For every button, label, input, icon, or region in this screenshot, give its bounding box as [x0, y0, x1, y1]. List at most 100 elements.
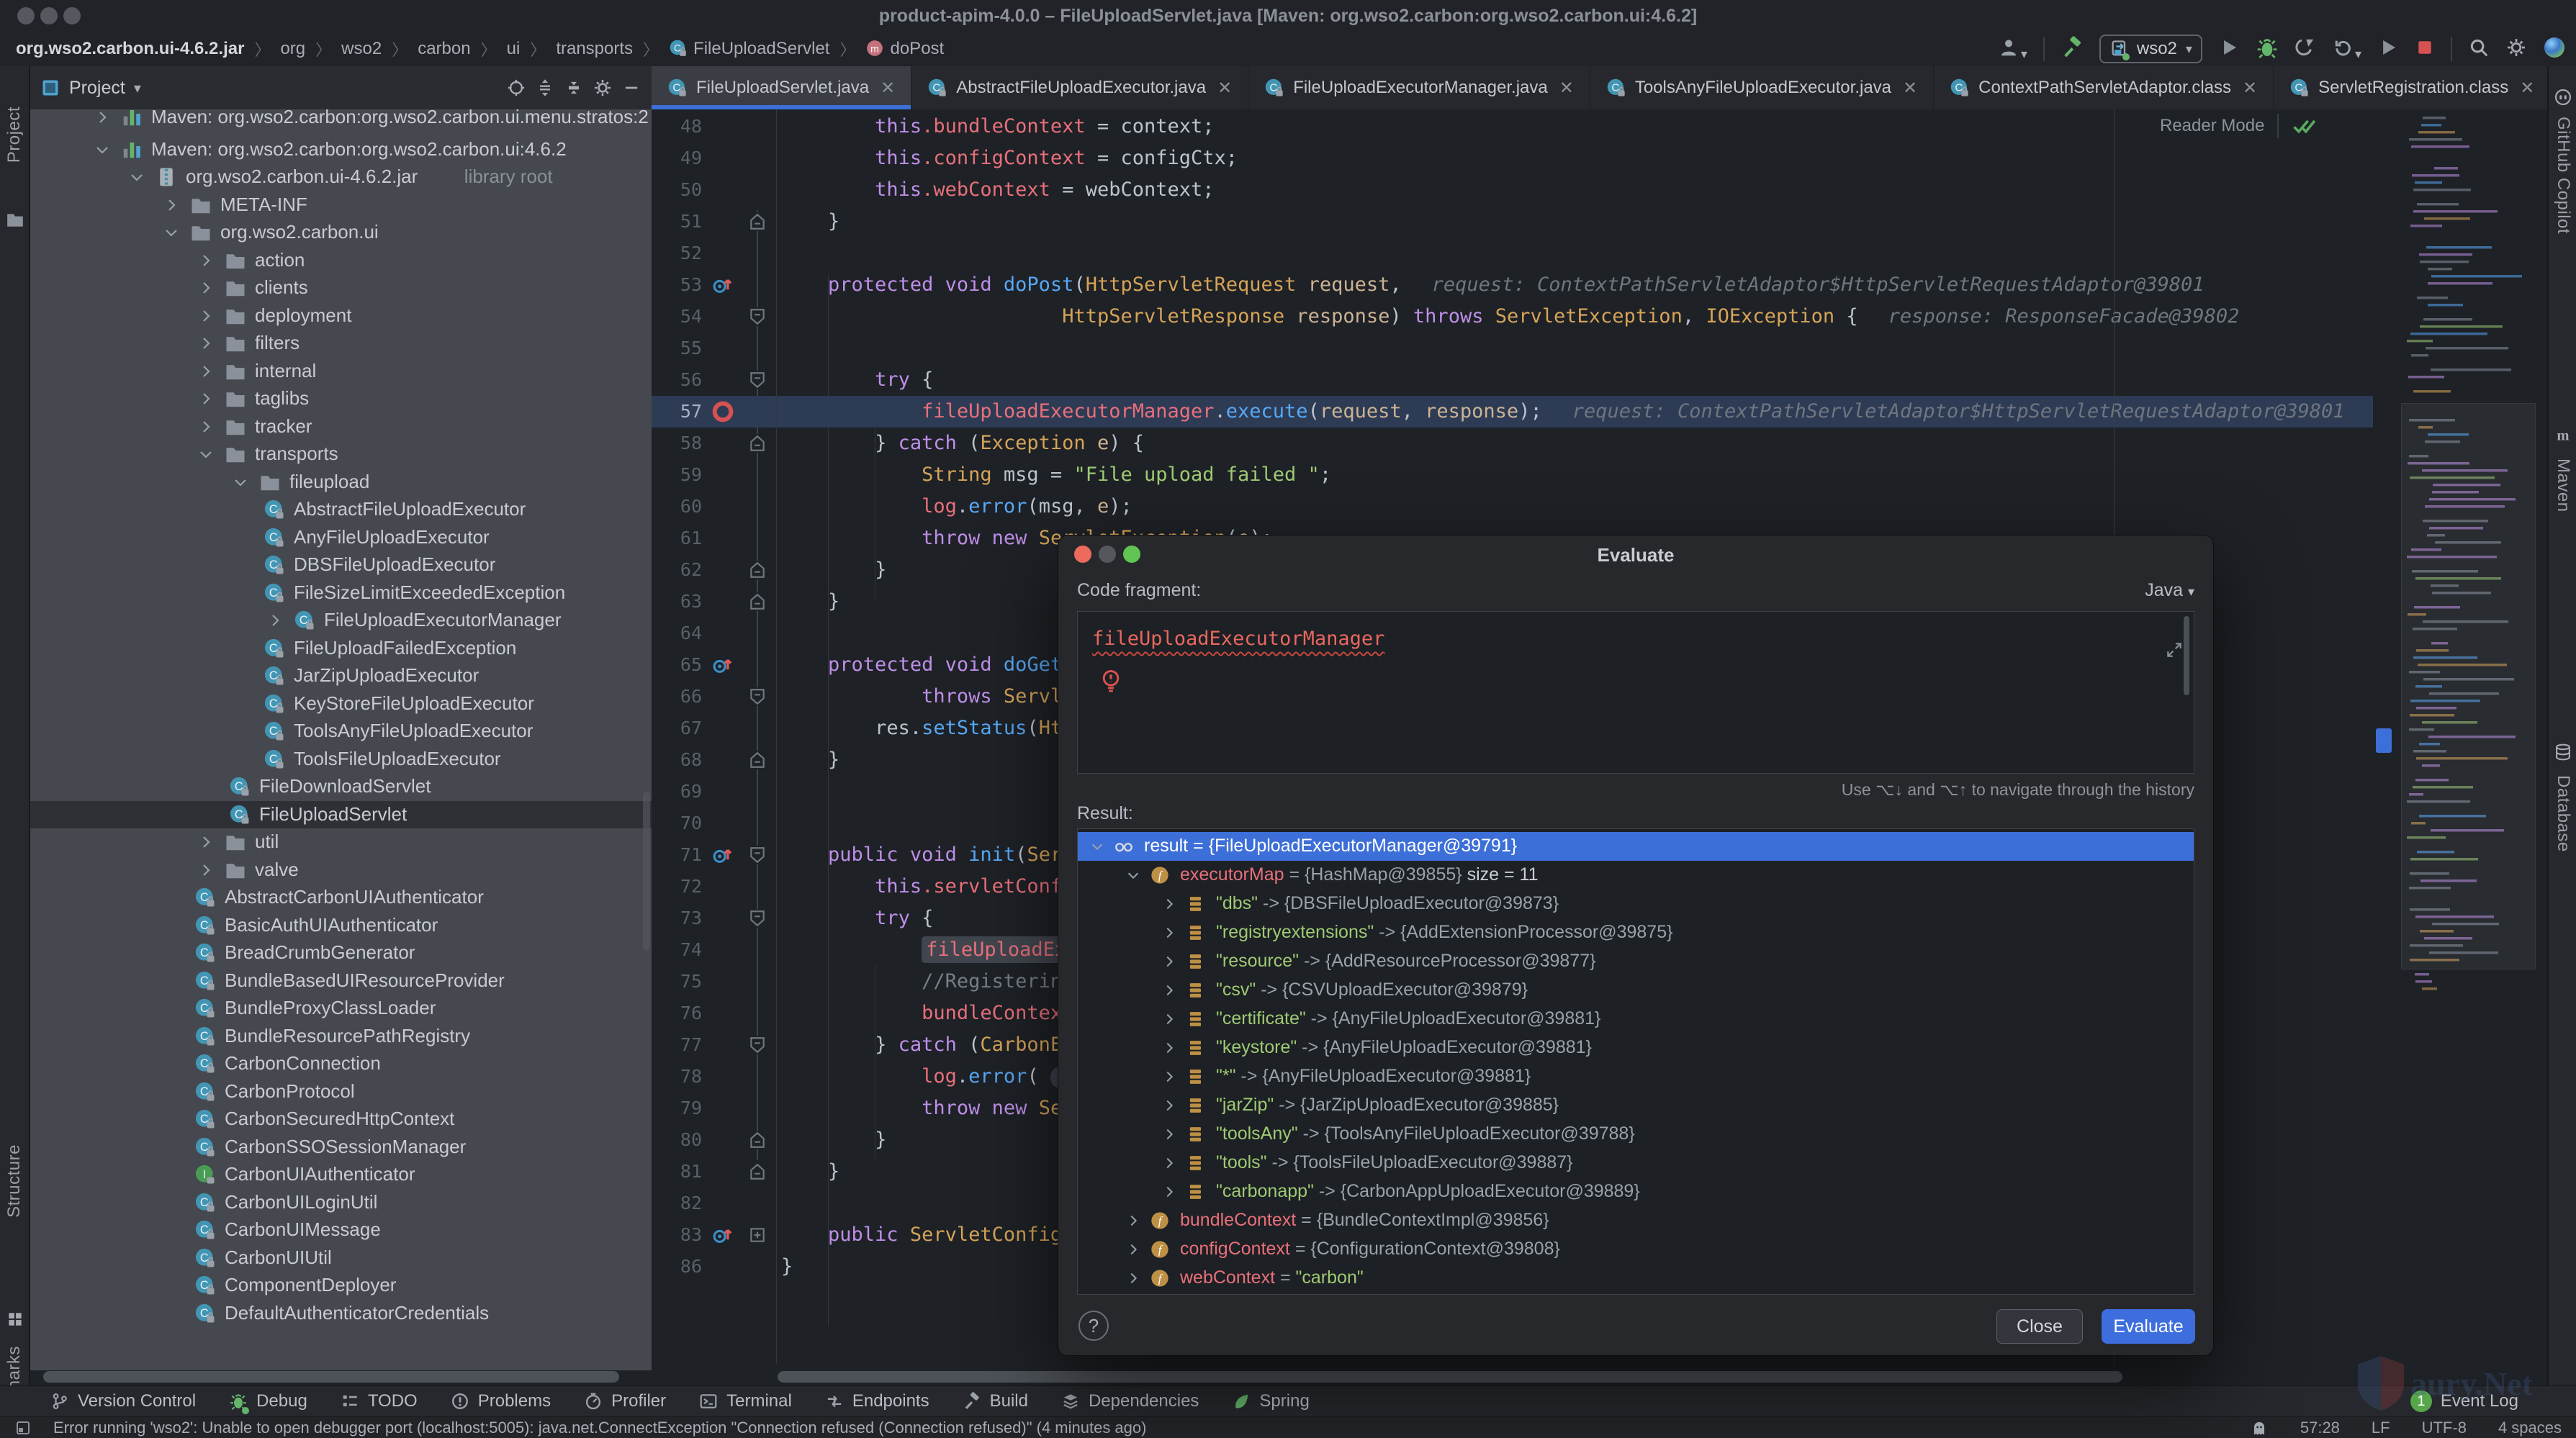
result-tree-row[interactable]: "jarZip" -> {JarZipUploadExecutor@39885} [1078, 1091, 2194, 1120]
code-line[interactable]: 57fileUploadExecutorManager.execute(requ… [652, 396, 2373, 428]
run-configuration-select[interactable]: wso2▾ [2099, 35, 2202, 63]
tree-item[interactable]: CComponentDeployer [30, 1272, 652, 1299]
tab-close-icon[interactable]: ✕ [1217, 78, 1232, 99]
chevron-right-icon[interactable] [1161, 982, 1177, 998]
chevron-right-icon[interactable] [197, 418, 215, 435]
project-tree-vscrollbar[interactable] [643, 792, 650, 950]
code-line[interactable]: 60log.error(msg, e); [652, 491, 2373, 523]
stop-button[interactable] [2415, 37, 2435, 61]
chevron-right-icon[interactable] [1161, 1040, 1177, 1056]
result-tree-row[interactable]: "keystore" -> {AnyFileUploadExecutor@398… [1078, 1034, 2194, 1062]
tree-item[interactable]: CFileUploadFailedException [30, 635, 652, 662]
result-tree-row[interactable]: result = {FileUploadExecutorManager@3979… [1078, 832, 2194, 861]
tree-item[interactable]: CBasicAuthUIAuthenticator [30, 912, 652, 939]
fold-up-icon[interactable] [748, 592, 767, 611]
chevron-right-icon[interactable] [1161, 954, 1177, 969]
chevron-right-icon[interactable] [94, 109, 111, 126]
tree-item[interactable]: CDefaultAuthenticatorCredentials [30, 1300, 652, 1327]
breadcrumb-item[interactable]: ui [507, 39, 521, 59]
tree-item[interactable]: CCarbonSecuredHttpContext [30, 1105, 652, 1133]
chevron-right-icon[interactable] [197, 335, 215, 352]
tree-item[interactable]: CToolsFileUploadExecutor [30, 746, 652, 773]
tree-item[interactable]: org.wso2.carbon.ui [30, 219, 652, 246]
tree-item[interactable]: org.wso2.carbon.ui-4.6.2.jarlibrary root [30, 163, 652, 191]
search-everywhere-button[interactable] [2468, 37, 2490, 62]
code-line[interactable]: 53protected void doPost(HttpServletReque… [652, 269, 2373, 301]
stripe-copilot-label[interactable]: GitHub Copilot [2553, 117, 2573, 234]
result-tree-row[interactable]: fexecutorMap = {HashMap@39855} size = 11 [1078, 861, 2194, 890]
breadcrumb-item[interactable]: CFileUploadServlet [669, 39, 829, 59]
chevron-right-icon[interactable] [197, 252, 215, 269]
settings-button[interactable] [2505, 37, 2527, 62]
tree-item[interactable]: CFileUploadServlet [30, 801, 652, 828]
tree-item[interactable]: filters [30, 330, 652, 357]
tree-item[interactable]: transports [30, 440, 652, 468]
close-button[interactable]: Close [1996, 1309, 2083, 1344]
tree-item[interactable]: action [30, 247, 652, 274]
result-tree-row[interactable]: "resource" -> {AddResourceProcessor@3987… [1078, 947, 2194, 976]
collapse-all-button[interactable] [564, 78, 584, 98]
tab-close-icon[interactable]: ✕ [1903, 78, 1917, 99]
chevron-right-icon[interactable] [1161, 1069, 1177, 1085]
editor-tab[interactable]: CFileUploadExecutorManager.java✕ [1248, 66, 1590, 109]
toolwindow-dependencies[interactable]: Dependencies [1061, 1391, 1199, 1411]
chevron-down-icon[interactable] [94, 141, 111, 158]
expand-all-button[interactable] [535, 78, 555, 98]
tree-item[interactable]: CCarbonUIUtil [30, 1244, 652, 1272]
tree-item[interactable]: CFileDownloadServlet [30, 773, 652, 800]
code-line[interactable]: 49this.configContext = configCtx; [652, 143, 2373, 174]
chevron-down-icon[interactable] [163, 224, 180, 241]
code-fragment-editor[interactable]: fileUploadExecutorManager [1077, 611, 2194, 774]
tree-item[interactable]: CAbstractFileUploadExecutor [30, 496, 652, 523]
editor-tab[interactable]: CFileUploadServlet.java✕ [652, 66, 911, 109]
tree-item[interactable]: CKeyStoreFileUploadExecutor [30, 690, 652, 718]
override-method-icon[interactable] [712, 1224, 734, 1246]
tree-item[interactable]: Maven: org.wso2.carbon:org.wso2.carbon.u… [30, 109, 652, 131]
editor-tab[interactable]: CServletRegistration.class✕ [2274, 66, 2547, 109]
editor-tab[interactable]: CAbstractFileUploadExecutor.java✕ [911, 66, 1248, 109]
tree-item[interactable]: clients [30, 274, 652, 302]
tree-item[interactable]: CJarZipUploadExecutor [30, 662, 652, 689]
event-log-button[interactable]: 1 Event Log [2410, 1390, 2518, 1412]
tree-item[interactable]: valve [30, 856, 652, 884]
override-method-icon[interactable] [712, 654, 734, 676]
toolwindow-problems[interactable]: Problems [451, 1391, 551, 1411]
error-bulb-icon[interactable] [1098, 668, 1124, 694]
tree-item[interactable]: CBundleResourcePathRegistry [30, 1023, 652, 1050]
chevron-right-icon[interactable] [1125, 1213, 1141, 1229]
fragment-scrollbar[interactable] [2184, 616, 2189, 695]
minimap-viewport[interactable] [2401, 403, 2536, 969]
reader-mode-widget[interactable]: Reader Mode [2160, 114, 2316, 138]
chevron-right-icon[interactable] [1161, 1184, 1177, 1200]
chevron-right-icon[interactable] [197, 390, 215, 407]
tree-item[interactable]: deployment [30, 302, 652, 330]
debug-button[interactable] [2256, 36, 2279, 63]
chevron-down-icon[interactable] [1089, 838, 1105, 854]
tree-item[interactable]: CCarbonSSOSessionManager [30, 1134, 652, 1161]
result-tree-row[interactable]: "csv" -> {CSVUploadExecutor@39879} [1078, 976, 2194, 1005]
breadcrumb-item[interactable]: transports [556, 39, 633, 59]
toolwindow-endpoints[interactable]: Endpoints [825, 1391, 929, 1411]
tree-item[interactable]: CToolsAnyFileUploadExecutor [30, 718, 652, 745]
result-tree-row[interactable]: "carbonapp" -> {CarbonAppUploadExecutor@… [1078, 1177, 2194, 1206]
code-line[interactable]: 56try { [652, 364, 2373, 396]
tree-item[interactable]: CCarbonUIMessage [30, 1216, 652, 1244]
chevron-right-icon[interactable] [163, 196, 180, 214]
fold-up-icon[interactable] [748, 751, 767, 769]
maven-icon[interactable]: m [2554, 426, 2572, 445]
tree-item[interactable]: CCarbonUILoginUtil [30, 1189, 652, 1216]
fold-up-icon[interactable] [748, 434, 767, 453]
run-button[interactable] [2218, 37, 2240, 62]
toolwindow-todo[interactable]: TODO [341, 1391, 418, 1411]
project-panel-title[interactable]: Project [69, 78, 125, 99]
result-tree-row[interactable]: "toolsAny" -> {ToolsAnyFileUploadExecuto… [1078, 1120, 2194, 1149]
tree-item[interactable]: CBundleProxyClassLoader [30, 995, 652, 1022]
result-tree-row[interactable]: fwebContext = "carbon" [1078, 1264, 2194, 1293]
chevron-right-icon[interactable] [1161, 896, 1177, 912]
chevron-right-icon[interactable] [197, 307, 215, 325]
tree-item[interactable]: CCarbonProtocol [30, 1078, 652, 1105]
override-method-icon[interactable] [712, 274, 734, 296]
tree-item[interactable]: CDBSFileUploadExecutor [30, 551, 652, 579]
fold-down-icon[interactable] [748, 1036, 767, 1054]
toolwindow-build[interactable]: Build [963, 1391, 1028, 1411]
